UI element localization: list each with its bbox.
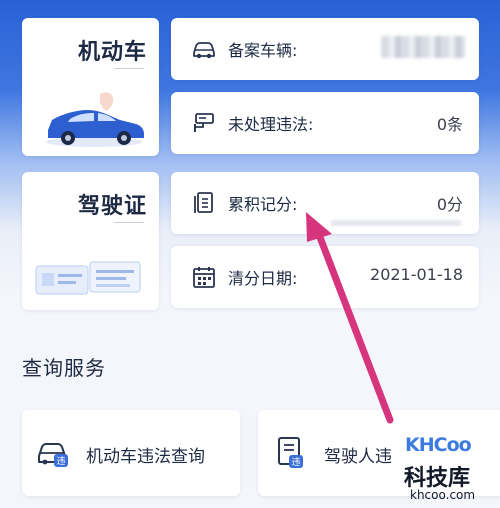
watermark-url: khcoo.com bbox=[410, 488, 476, 502]
watermark-logo: KHCoo bbox=[402, 434, 474, 456]
watermark: KHCoo 科技库 khcoo.com bbox=[398, 432, 498, 506]
